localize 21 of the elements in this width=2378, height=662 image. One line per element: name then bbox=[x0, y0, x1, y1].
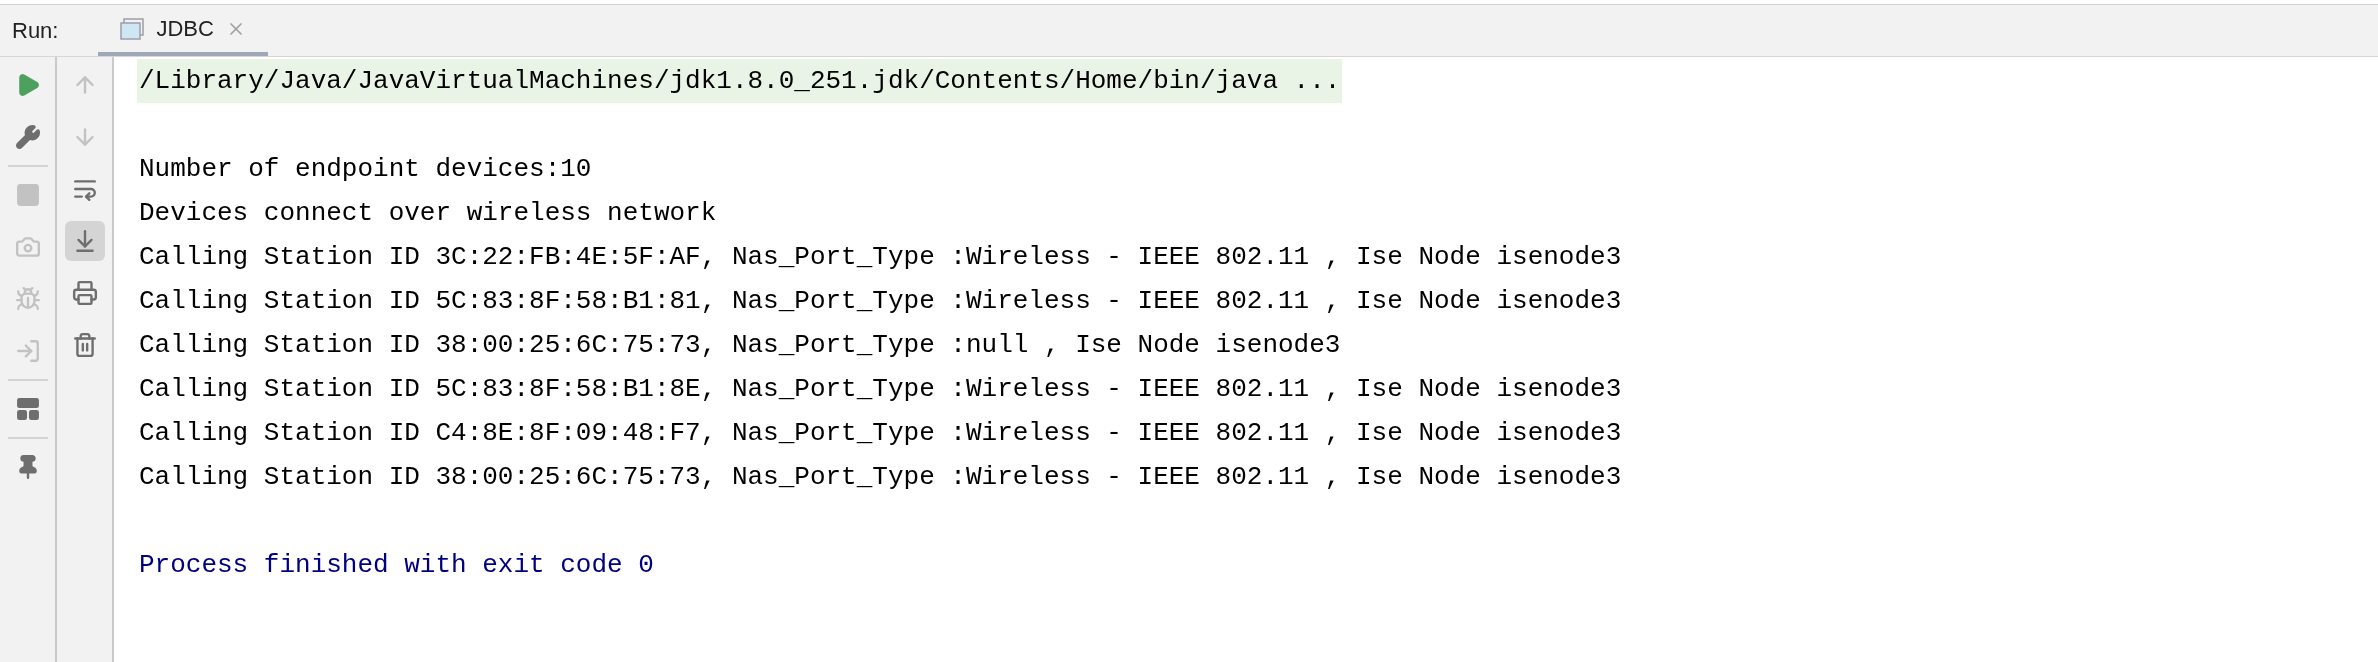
output-line: Devices connect over wireless network bbox=[138, 197, 718, 230]
stop-icon bbox=[14, 182, 41, 208]
trash-icon bbox=[71, 332, 98, 358]
output-line: Calling Station ID 38:00:25:6C:75:73, Nas_Port_Type :null , Ise Node isenode3 bbox=[138, 329, 1342, 362]
wrench-icon bbox=[14, 124, 41, 150]
output-line: Number of endpoint devices:10 bbox=[138, 153, 593, 186]
exit-icon bbox=[14, 338, 41, 364]
output-line: Calling Station ID C4:8E:8F:09:48:F7, Nas_Port_Type :Wireless - IEEE 802.11 , Ise Node isenode3 bbox=[138, 417, 1623, 450]
output-line: Calling Station ID 38:00:25:6C:75:73, Nas_Port_Type :Wireless - IEEE 802.11 , Ise Node isenode3 bbox=[138, 461, 1623, 494]
printer-icon bbox=[71, 280, 98, 306]
layout-icon bbox=[14, 396, 41, 422]
bug-icon bbox=[14, 286, 41, 312]
tab-label: JDBC bbox=[156, 15, 214, 43]
camera-icon bbox=[14, 234, 41, 260]
output-line: Calling Station ID 5C:83:8F:58:B1:8E, Nas_Port_Type :Wireless - IEEE 802.11 , Ise Node isenode3 bbox=[138, 373, 1623, 406]
exit-message: Process finished with exit code 0 bbox=[138, 549, 655, 582]
output-line: Calling Station ID 3C:22:FB:4E:5F:AF, Nas_Port_Type :Wireless - IEEE 802.11 , Ise Node isenode3 bbox=[138, 241, 1623, 274]
output-line: Calling Station ID 5C:83:8F:58:B1:81, Nas_Port_Type :Wireless - IEEE 802.11 , Ise Node isenode3 bbox=[138, 285, 1623, 318]
run-label: Run: bbox=[12, 17, 59, 45]
scroll-to-end-button[interactable] bbox=[64, 221, 105, 261]
console-window-icon bbox=[120, 17, 145, 40]
